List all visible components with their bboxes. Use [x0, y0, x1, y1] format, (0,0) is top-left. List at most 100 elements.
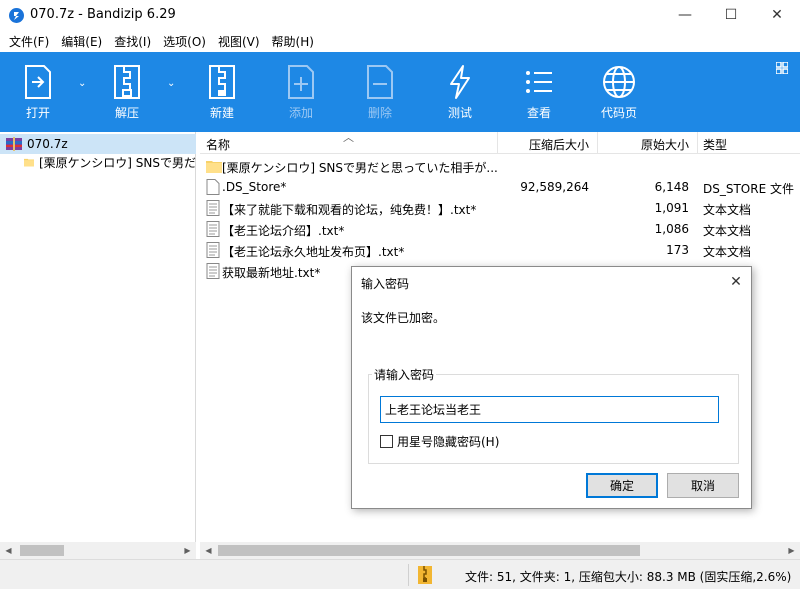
menu-edit[interactable]: 编辑(E): [56, 33, 107, 50]
extract-dropdown-icon[interactable]: ⌄: [167, 78, 175, 89]
window-title: 070.7z - Bandizip 6.29: [30, 7, 176, 22]
scroll-left-icon[interactable]: ◀: [200, 542, 217, 559]
extract-button[interactable]: 解压: [107, 52, 147, 132]
file-name: 【老王论坛永久地址发布页】.txt*: [222, 245, 405, 259]
menu-bar: 文件(F) 编辑(E) 查找(I) 选项(O) 视图(V) 帮助(H): [0, 30, 800, 52]
open-button[interactable]: 打开: [18, 52, 58, 132]
file-original-size: 1,091: [654, 201, 689, 215]
sort-ascending-icon: ︿: [343, 131, 354, 144]
maximize-button[interactable]: ☐: [708, 0, 754, 30]
scrollbar-thumb[interactable]: [218, 545, 640, 556]
column-header-compressed[interactable]: 压缩后大小: [500, 136, 589, 153]
ok-button[interactable]: 确定: [586, 473, 658, 498]
file-name: .DS_Store*: [222, 180, 287, 194]
menu-options[interactable]: 选项(O): [158, 33, 211, 50]
folder-icon: [24, 158, 34, 167]
column-divider[interactable]: [697, 132, 698, 154]
menu-help[interactable]: 帮助(H): [267, 33, 319, 50]
scroll-left-icon[interactable]: ◀: [0, 542, 17, 559]
password-group-label: 请输入密码: [372, 366, 437, 383]
menu-file[interactable]: 文件(F): [4, 33, 54, 50]
file-type: 文本文档: [703, 203, 752, 217]
table-row[interactable]: .DS_Store* 92,589,264 6,148 DS_STORE 文件: [200, 177, 800, 197]
list-view-icon: [526, 71, 552, 93]
open-label: 打开: [25, 106, 50, 120]
open-icon: [25, 65, 51, 99]
add-icon: [288, 65, 314, 99]
tree-item-archive[interactable]: 070.7z: [0, 134, 196, 154]
open-dropdown-icon[interactable]: ⌄: [78, 78, 86, 89]
password-dialog: 输入密码 ✕ 该文件已加密。 请输入密码 用星号隐藏密码(H) 确定 取消: [351, 266, 752, 509]
new-archive-icon: [209, 65, 235, 99]
column-divider[interactable]: [597, 132, 598, 154]
tree-item-label: [栗原ケンシロウ] SNSで男だ: [38, 155, 196, 170]
test-button[interactable]: 测试: [440, 52, 480, 132]
text-file-icon: [206, 242, 220, 258]
extract-label: 解压: [114, 106, 139, 120]
new-archive-button[interactable]: 新建: [202, 52, 242, 132]
file-type: DS_STORE 文件: [703, 182, 794, 196]
archive-icon: [6, 137, 22, 151]
minimize-button[interactable]: —: [662, 0, 708, 30]
codepage-label: 代码页: [600, 106, 637, 120]
cancel-button[interactable]: 取消: [667, 473, 739, 498]
file-name: 【老王论坛介绍】.txt*: [222, 224, 345, 238]
column-header-name[interactable]: 名称: [206, 136, 230, 153]
title-bar: 070.7z - Bandizip 6.29 — ☐ ✕: [0, 0, 800, 30]
text-file-icon: [206, 221, 220, 237]
tree-item-folder[interactable]: [栗原ケンシロウ] SNSで男だ: [0, 152, 196, 172]
lightning-icon: [450, 65, 470, 99]
column-divider[interactable]: [497, 132, 498, 154]
text-file-icon: [206, 263, 220, 279]
delete-button[interactable]: 删除: [360, 52, 400, 132]
delete-icon: [367, 65, 393, 99]
table-row[interactable]: 【老王论坛永久地址发布页】.txt* 173 文本文档: [200, 240, 800, 260]
list-header: 名称 ︿ 压缩后大小 原始大小 类型: [200, 131, 800, 154]
status-text: 文件: 51, 文件夹: 1, 压缩包大小: 88.3 MB (固实压缩,2.6…: [465, 570, 792, 584]
file-name: [栗原ケンシロウ] SNSで男だと思っていた相手が...: [222, 161, 497, 175]
column-header-type[interactable]: 类型: [703, 136, 727, 153]
new-archive-label: 新建: [209, 106, 234, 120]
menu-view[interactable]: 视图(V): [213, 33, 265, 50]
extract-icon: [114, 65, 140, 99]
status-bar: 文件: 51, 文件夹: 1, 压缩包大小: 88.3 MB (固实压缩,2.6…: [0, 559, 800, 589]
globe-icon: [603, 66, 635, 98]
view-label: 查看: [526, 106, 551, 120]
folder-tree: 070.7z [栗原ケンシロウ] SNSで男だ: [0, 132, 196, 542]
delete-label: 删除: [367, 106, 392, 120]
text-file-icon: [206, 200, 220, 216]
menu-find[interactable]: 查找(I): [109, 33, 156, 50]
add-button[interactable]: 添加: [281, 52, 321, 132]
close-button[interactable]: ✕: [754, 0, 800, 30]
list-horizontal-scrollbar[interactable]: ◀ ▶: [200, 542, 800, 559]
table-row[interactable]: [栗原ケンシロウ] SNSで男だと思っていた相手が...: [200, 156, 800, 176]
test-label: 测试: [447, 106, 472, 120]
add-label: 添加: [288, 106, 313, 120]
file-type: 文本文档: [703, 224, 752, 238]
file-name: 【来了就能下载和观看的论坛，纯免费！】.txt*: [222, 203, 477, 217]
layout-icon[interactable]: [776, 62, 788, 74]
dialog-close-button[interactable]: ✕: [725, 271, 747, 293]
file-compressed-size: 92,589,264: [520, 180, 589, 194]
codepage-button[interactable]: 代码页: [597, 52, 641, 132]
table-row[interactable]: 【老王论坛介绍】.txt* 1,086 文本文档: [200, 219, 800, 239]
table-row[interactable]: 【来了就能下载和观看的论坛，纯免费！】.txt* 1,091 文本文档: [200, 198, 800, 218]
archive-zip-icon: [418, 566, 432, 584]
hide-password-label[interactable]: 用星号隐藏密码(H): [397, 433, 499, 450]
tree-horizontal-scrollbar[interactable]: ◀ ▶: [0, 542, 196, 559]
column-header-original[interactable]: 原始大小: [600, 136, 689, 153]
view-button[interactable]: 查看: [519, 52, 559, 132]
folder-icon: [206, 161, 222, 173]
hide-password-checkbox[interactable]: [380, 435, 393, 448]
status-divider: [408, 564, 409, 586]
password-input[interactable]: [380, 396, 719, 423]
tree-item-label: 070.7z: [27, 137, 68, 151]
bandizip-app-icon: [9, 8, 24, 23]
scrollbar-thumb[interactable]: [20, 545, 64, 556]
file-icon: [206, 179, 220, 195]
scroll-right-icon[interactable]: ▶: [783, 542, 800, 559]
dialog-title-bar: 输入密码 ✕: [352, 267, 751, 297]
dialog-title: 输入密码: [361, 277, 410, 291]
toolbar: 打开 ⌄ 解压 ⌄ 新建 添加 删除 测试 查看 代码页: [0, 52, 800, 132]
scroll-right-icon[interactable]: ▶: [179, 542, 196, 559]
